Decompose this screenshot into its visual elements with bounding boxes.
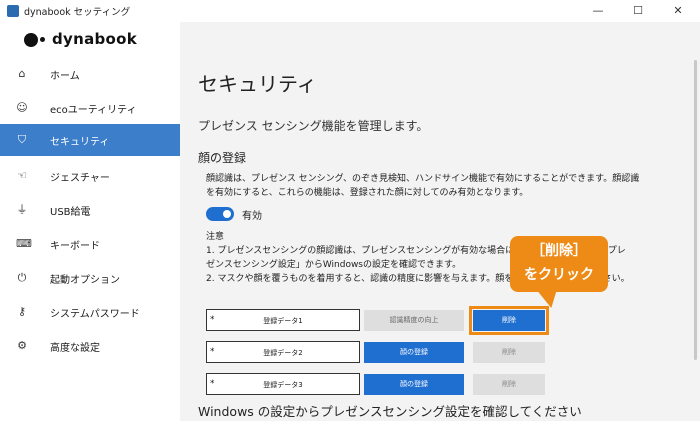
face-data-name: 登録データ1 <box>263 317 303 325</box>
key-icon: ⚷ <box>17 305 27 318</box>
sidebar-item-label: システムパスワード <box>50 309 140 320</box>
footer-link-text: Windows の設定からプレゼンスセンシング設定を確認してください <box>198 404 582 419</box>
instruction-callout: ［削除］ をクリック <box>510 236 608 292</box>
shield-icon: ⛉ <box>17 133 27 146</box>
sidebar: dynabook ⌂ ホーム ☺ ecoユーティリティ ⛉ セキュリティ ☜ ジ… <box>0 22 180 421</box>
sidebar-item-gesture[interactable]: ☜ ジェスチャー <box>0 160 180 192</box>
sidebar-item-label: ホーム <box>50 71 80 82</box>
toggle-label: 有効 <box>242 211 262 222</box>
sidebar-item-label: ecoユーティリティ <box>50 105 137 116</box>
face-data-name-box: * 登録データ3 <box>206 373 360 395</box>
scrollbar[interactable] <box>694 60 697 360</box>
improve-accuracy-button[interactable]: 認識精度の向上 <box>364 310 464 331</box>
home-icon: ⌂ <box>18 67 26 80</box>
section-description: 顔認識は、プレゼンス センシング、のぞき見検知、ハンドサイン機能で有効にすること… <box>206 174 640 198</box>
power-icon: ⏻ <box>17 271 27 284</box>
eco-icon: ☺ <box>16 101 28 114</box>
sidebar-item-label: USB給電 <box>50 207 91 218</box>
window-title: dynabook セッティング <box>24 7 131 18</box>
sidebar-item-label: 高度な設定 <box>50 343 100 354</box>
register-face-button[interactable]: 顔の登録 <box>364 374 464 395</box>
face-data-name-box: * 登録データ1 <box>206 309 360 331</box>
sidebar-item-keyboard[interactable]: ⌨ キーボード <box>0 228 180 260</box>
sidebar-item-system-password[interactable]: ⚷ システムパスワード <box>0 296 180 328</box>
section-title: 顔の登録 <box>198 151 247 165</box>
page-title: セキュリティ <box>198 72 317 96</box>
delete-button[interactable]: 削除 <box>473 342 545 363</box>
keyboard-icon: ⌨ <box>16 237 32 250</box>
logo-dot-icon <box>40 37 45 42</box>
sidebar-item-label: ジェスチャー <box>50 173 110 184</box>
sidebar-item-label: セキュリティ <box>50 137 110 148</box>
sidebar-item-boot-options[interactable]: ⏻ 起動オプション <box>0 262 180 294</box>
logo-mark-icon <box>24 33 38 47</box>
sidebar-item-label: キーボード <box>50 241 100 252</box>
toggle-knob <box>223 210 231 218</box>
sidebar-item-security[interactable]: ⛉ セキュリティ <box>0 124 180 156</box>
delete-button[interactable]: 削除 <box>469 306 549 335</box>
sidebar-item-eco[interactable]: ☺ ecoユーティリティ <box>0 92 180 124</box>
usb-icon: ⏚ <box>16 203 28 216</box>
app-icon <box>7 5 19 17</box>
sidebar-item-label: 起動オプション <box>50 275 120 286</box>
close-button[interactable]: ✕ <box>658 1 698 21</box>
face-data-name: 登録データ3 <box>263 381 303 389</box>
face-data-name: 登録データ2 <box>263 349 303 357</box>
logo-text: dynabook <box>52 30 138 48</box>
gesture-icon: ☜ <box>17 169 27 182</box>
callout-line-1: ［削除］ <box>531 243 587 259</box>
gear-icon: ⚙ <box>17 339 27 352</box>
delete-button[interactable]: 削除 <box>473 374 545 395</box>
face-data-name-box: * 登録データ2 <box>206 341 360 363</box>
sidebar-item-usb-power[interactable]: ⏚ USB給電 <box>0 194 180 226</box>
main-content: セキュリティ プレゼンス センシング機能を管理します。 顔の登録 顔認識は、プレ… <box>180 22 700 421</box>
sidebar-item-advanced[interactable]: ⚙ 高度な設定 <box>0 330 180 362</box>
sidebar-item-home[interactable]: ⌂ ホーム <box>0 58 180 90</box>
minimize-button[interactable]: — <box>578 1 618 21</box>
page-subtitle: プレゼンス センシング機能を管理します。 <box>198 119 429 133</box>
face-recognition-toggle[interactable] <box>206 207 234 221</box>
callout-line-2: をクリック <box>524 267 594 283</box>
title-bar: dynabook セッティング — ☐ ✕ <box>0 0 700 22</box>
register-face-button[interactable]: 顔の登録 <box>364 342 464 363</box>
maximize-button[interactable]: ☐ <box>618 1 658 21</box>
